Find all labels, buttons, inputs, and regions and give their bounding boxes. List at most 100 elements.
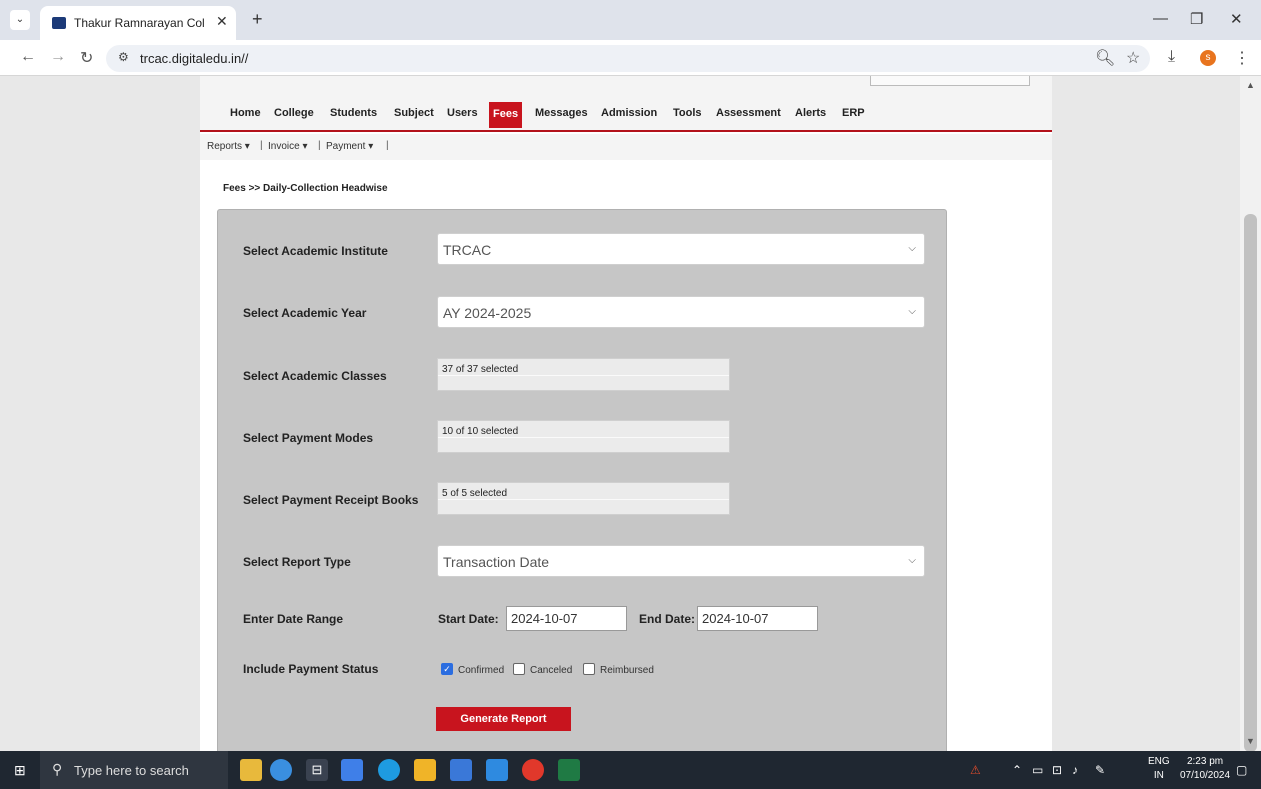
divider [438,375,729,376]
academic-year-label: Select Academic Year [243,306,367,320]
confirmed-label: Confirmed [458,665,505,676]
reload-icon[interactable]: ↻ [80,48,93,68]
copilot-app-icon[interactable] [270,759,292,781]
taskbar-clock[interactable]: 2:23 pm 07/10/2024 [1180,755,1230,783]
minimize-icon[interactable]: — [1153,10,1168,27]
url-input[interactable]: ⚙ trcac.digitaledu.in// [106,45,1150,72]
edge-browser-icon[interactable] [378,759,400,781]
page-scrollbar[interactable]: ▲ ▼ [1240,76,1261,752]
submenu-separator: | [386,140,389,151]
pen-tray-icon[interactable]: ✎ [1095,763,1105,777]
widgets-app-icon[interactable] [341,759,363,781]
submenu-separator: | [318,140,321,151]
report-type-select[interactable]: Transaction Date ⌵ [437,545,925,577]
address-bar-row: ← → ↻ ⚙ trcac.digitaledu.in// 🔍︎ ☆ ⤓ s ⋮ [0,40,1261,76]
reimbursed-checkbox[interactable] [583,663,595,675]
institute-select[interactable]: TRCAC ⌵ [437,233,925,265]
search-icon: ⚲ [52,761,63,777]
receipt-books-label: Select Payment Receipt Books [243,493,419,507]
close-window-icon[interactable]: ✕ [1230,10,1243,28]
mail-app-icon[interactable] [486,759,508,781]
submenu-payment[interactable]: Payment ▾ [326,141,373,152]
breadcrumb: Fees >> Daily-Collection Headwise [223,183,388,194]
language-code: ENG [1148,756,1170,767]
payment-status-label: Include Payment Status [243,662,379,676]
store-app-icon[interactable] [450,759,472,781]
task-view-icon[interactable]: ⊟ [306,759,328,781]
tab-title: Thakur Ramnarayan College of [74,16,204,30]
canceled-checkbox[interactable] [513,663,525,675]
book-favicon-icon [52,17,66,29]
generate-report-button[interactable]: Generate Report [436,707,571,731]
start-date-input[interactable]: 2024-10-07 [506,606,627,631]
chrome-browser-icon[interactable] [522,759,544,781]
submenu-separator: | [260,140,263,151]
scroll-thumb[interactable] [1244,214,1257,752]
menu-alerts[interactable]: Alerts [795,107,826,119]
notification-center-icon[interactable]: ▢ [1236,763,1247,777]
windows-start-icon[interactable]: ⊞ [14,762,30,778]
profile-avatar[interactable]: s [1200,50,1216,66]
end-date-input[interactable]: 2024-10-07 [697,606,818,631]
menu-students[interactable]: Students [330,107,377,119]
zoom-icon[interactable]: 🔍︎ [1095,48,1115,68]
battery-tray-icon[interactable]: ▭ [1032,763,1043,777]
browser-tab[interactable]: Thakur Ramnarayan College of ✕ [40,6,236,40]
show-hidden-icons-icon[interactable]: ⌃ [1012,763,1022,777]
academic-year-select[interactable]: AY 2024-2025 ⌵ [437,296,925,328]
page-content: Home College Students Subject Users Fees… [200,76,1052,751]
file-explorer-icon[interactable] [414,759,436,781]
menu-kebab-icon[interactable]: ⋮ [1234,48,1250,68]
menu-users[interactable]: Users [447,107,478,119]
back-icon[interactable]: ← [20,48,36,66]
report-type-label: Select Report Type [243,555,351,569]
language-region: IN [1153,770,1164,781]
sub-menu: Reports ▾ | Invoice ▾ | Payment ▾ | [200,134,1052,160]
academic-classes-value: 37 of 37 selected [442,364,519,375]
menu-subject[interactable]: Subject [394,107,434,119]
new-tab-icon[interactable]: + [252,9,263,30]
end-date-label: End Date: [639,612,696,626]
menu-tools[interactable]: Tools [673,107,702,119]
scroll-down-arrow-icon[interactable]: ▼ [1246,736,1255,746]
menu-admission[interactable]: Admission [601,107,657,119]
confirmed-checkbox[interactable]: ✓ [441,663,453,675]
menu-home[interactable]: Home [230,107,261,119]
canceled-label: Canceled [530,665,573,676]
download-icon[interactable]: ⤓ [1168,48,1175,66]
submenu-reports[interactable]: Reports ▾ [207,141,250,152]
alert-tray-icon[interactable]: ⚠ [970,763,981,777]
menu-college[interactable]: College [274,107,314,119]
site-info-icon[interactable]: ⚙ [118,50,129,64]
payment-modes-value: 10 of 10 selected [442,426,519,437]
date-range-label: Enter Date Range [243,612,344,626]
menu-assessment[interactable]: Assessment [716,107,781,119]
bookmark-star-icon[interactable]: ☆ [1126,48,1140,68]
academic-classes-label: Select Academic Classes [243,369,387,383]
restore-icon[interactable]: ❐ [1190,10,1203,28]
excel-app-icon[interactable] [558,759,580,781]
browser-tab-bar: ⌄ Thakur Ramnarayan College of ✕ + — ❐ ✕ [0,0,1261,40]
menu-fees[interactable]: Fees [489,102,523,128]
network-tray-icon[interactable]: ⊡ [1052,763,1062,777]
term-select-partial[interactable] [870,76,1030,86]
volume-tray-icon[interactable]: ♪ [1072,763,1078,777]
pencil-app-icon[interactable] [240,759,262,781]
receipt-books-multiselect[interactable]: 5 of 5 selected [437,482,730,515]
divider [438,437,729,438]
language-indicator[interactable]: ENG IN [1148,755,1170,783]
reimbursed-label: Reimbursed [600,665,654,676]
forward-icon[interactable]: → [50,48,66,66]
taskbar-search-box[interactable]: ⚲ Type here to search [40,751,228,789]
menu-erp[interactable]: ERP [842,107,865,119]
scroll-up-arrow-icon[interactable]: ▲ [1246,80,1255,90]
clock-date: 07/10/2024 [1180,770,1231,781]
tab-search-dropdown-icon[interactable]: ⌄ [10,10,30,30]
payment-modes-multiselect[interactable]: 10 of 10 selected [437,420,730,453]
academic-classes-multiselect[interactable]: 37 of 37 selected [437,358,730,391]
clock-time: 2:23 pm [1186,756,1224,767]
windows-taskbar: ⊞ ⚲ Type here to search ⊟ ⚠ ⌃ ▭ ⊡ ♪ ✎ EN… [0,751,1261,789]
close-tab-icon[interactable]: ✕ [216,13,228,30]
submenu-invoice[interactable]: Invoice ▾ [268,141,307,152]
menu-messages[interactable]: Messages [535,107,588,119]
